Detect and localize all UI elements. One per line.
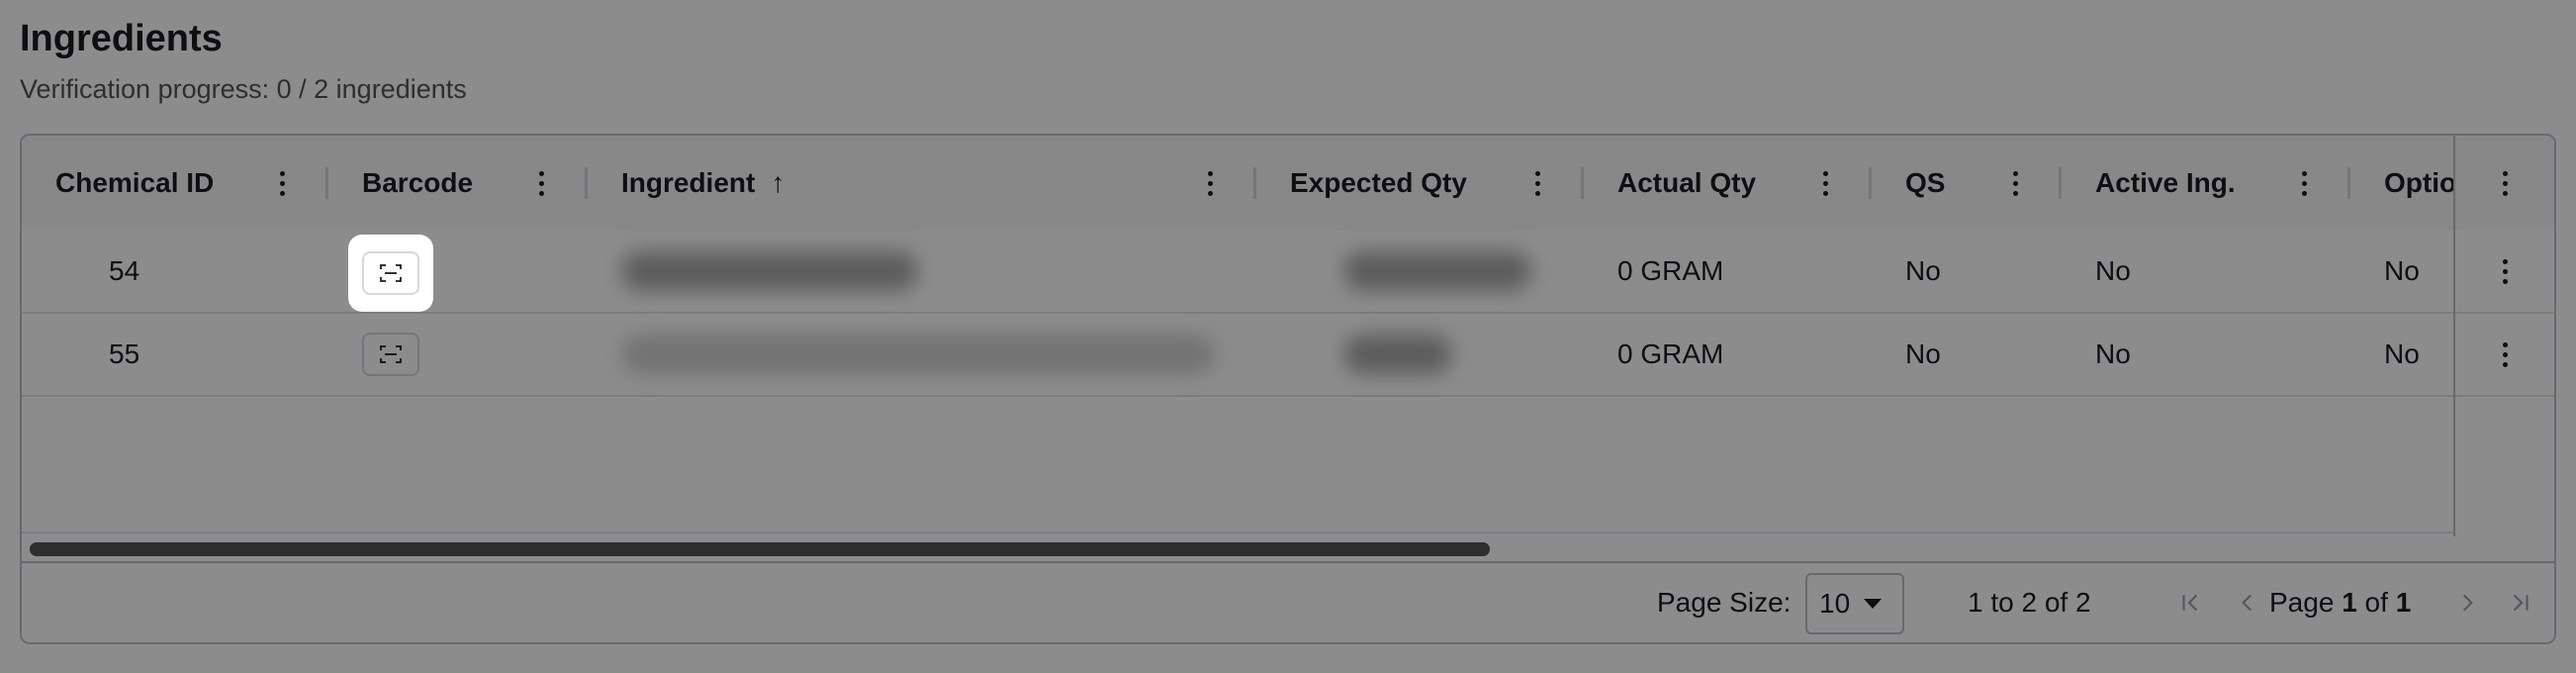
redacted-expected-qty bbox=[1343, 251, 1531, 291]
header-label: Chemical ID bbox=[55, 167, 215, 198]
barcode-cell bbox=[362, 314, 419, 395]
qs-cell: No bbox=[1905, 338, 1941, 369]
page-indicator: Page 1 of 1 bbox=[2269, 587, 2411, 619]
header-label: Expected Qty bbox=[1290, 167, 1467, 198]
redacted-ingredient-name bbox=[621, 335, 1215, 374]
highlighted-scan-target bbox=[348, 235, 433, 312]
chemical-id-cell: 55 bbox=[109, 338, 140, 369]
header-optional[interactable]: Optio bbox=[2350, 136, 2453, 231]
column-menu-icon[interactable] bbox=[1812, 163, 1838, 203]
scrollbar-thumb[interactable] bbox=[30, 542, 1490, 556]
header-label: Actual Qty bbox=[1617, 167, 1757, 198]
page-prefix: Page bbox=[2269, 587, 2335, 618]
grid-header: Chemical ID Barcode Ingredient ↑ Expecte… bbox=[22, 136, 2554, 233]
scan-icon bbox=[380, 345, 402, 363]
row-actions-icon[interactable] bbox=[2492, 251, 2518, 291]
actual-qty-cell: 0 GRAM bbox=[1617, 338, 1724, 369]
page-size-label: Page Size: bbox=[1657, 587, 1792, 618]
arrow-up-icon: ↑ bbox=[771, 167, 785, 198]
header-label: QS bbox=[1905, 167, 1946, 198]
optional-cell: No bbox=[2384, 338, 2420, 369]
next-page-icon[interactable] bbox=[2447, 583, 2487, 623]
first-page-icon[interactable] bbox=[2170, 583, 2210, 623]
pagination-bar: Page Size: 10 1 to 2 of 2 Page 1 of 1 bbox=[22, 561, 2554, 642]
column-menu-icon[interactable] bbox=[2291, 163, 2317, 203]
header-label: Active Ing. bbox=[2095, 167, 2236, 198]
ingredients-grid: Chemical ID Barcode Ingredient ↑ Expecte… bbox=[20, 134, 2556, 644]
page-of: of bbox=[2364, 587, 2388, 618]
actual-qty-cell: 0 GRAM bbox=[1617, 255, 1724, 286]
qs-cell: No bbox=[1905, 255, 1941, 286]
last-page-icon[interactable] bbox=[2501, 583, 2540, 623]
chemical-id-cell: 54 bbox=[109, 255, 140, 286]
column-menu-icon[interactable] bbox=[2492, 163, 2518, 203]
table-row[interactable]: 55 0 GRAM No No No bbox=[22, 314, 2554, 397]
active-ing-cell: No bbox=[2095, 255, 2131, 286]
active-ing-cell: No bbox=[2095, 338, 2131, 369]
expected-qty-cell bbox=[1343, 231, 1531, 312]
verification-progress: Verification progress: 0 / 2 ingredients bbox=[20, 74, 467, 104]
scan-barcode-button[interactable] bbox=[362, 333, 419, 376]
row-range: 1 to 2 of 2 bbox=[1968, 587, 2091, 618]
header-qs[interactable]: QS bbox=[1872, 136, 2062, 231]
horizontal-scrollbar[interactable] bbox=[22, 531, 2453, 563]
header-label: Barcode bbox=[362, 167, 474, 198]
total-pages: 1 bbox=[2395, 587, 2412, 618]
page-title: Ingredients bbox=[20, 18, 223, 59]
header-ingredient[interactable]: Ingredient ↑ bbox=[588, 136, 1256, 231]
column-menu-icon[interactable] bbox=[2002, 163, 2028, 203]
page-size-value: 10 bbox=[1819, 588, 1851, 619]
previous-page-icon[interactable] bbox=[2228, 583, 2267, 623]
redacted-ingredient-name bbox=[621, 251, 918, 291]
row-actions-icon[interactable] bbox=[2492, 335, 2518, 374]
column-menu-icon[interactable] bbox=[1524, 163, 1550, 203]
column-menu-icon[interactable] bbox=[1197, 163, 1223, 203]
current-page: 1 bbox=[2342, 587, 2357, 618]
optional-cell: No bbox=[2384, 255, 2420, 286]
scan-icon bbox=[380, 264, 402, 282]
header-label: Ingredient bbox=[621, 167, 756, 198]
column-menu-icon[interactable] bbox=[269, 163, 295, 203]
header-label: Optio bbox=[2384, 167, 2453, 198]
expected-qty-cell bbox=[1343, 314, 1452, 395]
column-menu-icon[interactable] bbox=[528, 163, 554, 203]
ingredient-cell bbox=[621, 231, 918, 312]
ingredient-cell bbox=[621, 314, 1215, 395]
caret-down-icon bbox=[1864, 599, 1883, 609]
scan-barcode-button-highlighted[interactable] bbox=[362, 251, 419, 295]
page-size-select[interactable]: 10 bbox=[1805, 573, 1904, 634]
pinned-actions-column bbox=[2453, 136, 2554, 536]
redacted-expected-qty bbox=[1343, 335, 1452, 374]
